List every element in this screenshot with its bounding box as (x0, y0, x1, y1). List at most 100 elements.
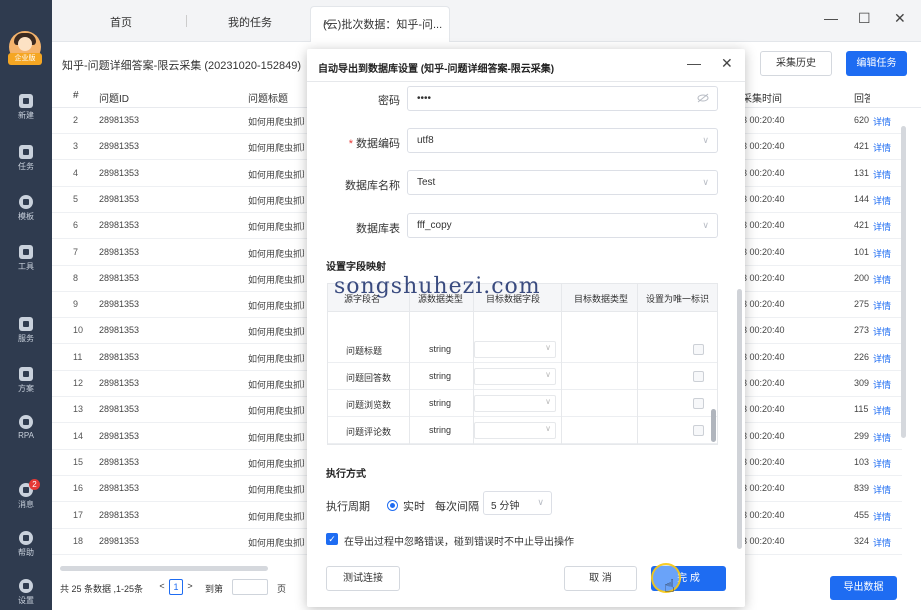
row-detail-link[interactable]: 详情 (873, 273, 891, 286)
cancel-button[interactable]: 取 消 (564, 566, 637, 591)
sidebar-item-settings[interactable]: 设置 (0, 579, 52, 606)
tab-my-tasks[interactable]: 我的任务 (228, 14, 272, 30)
mapping-target-select[interactable]: ∨ (474, 395, 556, 412)
col-question-title[interactable]: 问题标题 (248, 90, 288, 105)
chevron-down-icon: ∨ (545, 343, 551, 352)
pager-current-page[interactable]: 1 (169, 579, 183, 595)
sidebar-item-templates[interactable]: 模板 (0, 195, 52, 222)
row-question-title: 如何用爬虫抓取 (248, 143, 304, 154)
sidebar-item-label: 帮助 (18, 548, 34, 557)
unique-checkbox[interactable] (693, 371, 704, 382)
dbname-value: Test (417, 177, 436, 188)
row-detail-link[interactable]: 详情 (873, 325, 891, 338)
sidebar-item-tools[interactable]: 工具 (0, 245, 52, 272)
sidebar-item-tasks[interactable]: 任务 (0, 145, 52, 172)
row-detail-link[interactable]: 详情 (873, 404, 891, 417)
sidebar-item-service[interactable]: 服务 (0, 317, 52, 344)
row-question-title: 如何用爬虫抓取 (248, 222, 304, 233)
realtime-radio[interactable] (387, 500, 398, 511)
row-detail-link[interactable]: 详情 (873, 378, 891, 391)
window-maximize-button[interactable]: ☐ (858, 10, 871, 27)
mapping-target-select[interactable]: ∨ (474, 341, 556, 358)
col-collect-time[interactable]: 采集时间 (742, 90, 782, 105)
db-table-select[interactable]: fff_copy ∨ (407, 213, 718, 238)
row-detail-link[interactable]: 详情 (873, 457, 891, 470)
goto-page-input[interactable] (232, 579, 268, 595)
dialog-close-button[interactable]: ✕ (721, 55, 733, 72)
sidebar-item-help[interactable]: 帮助 (0, 531, 52, 558)
row-collect-time: 3 00:20:40 (742, 272, 785, 283)
mapping-source-field: 问题标题 (346, 346, 383, 356)
row-detail-link[interactable]: 详情 (873, 536, 891, 549)
row-question-title: 如何用爬虫抓取 (248, 432, 304, 443)
history-button[interactable]: 采集历史 (760, 51, 832, 76)
row-detail-link[interactable]: 详情 (873, 510, 891, 523)
window-minimize-button[interactable]: — (824, 10, 838, 26)
template-icon (19, 195, 33, 209)
mapping-scrollbar[interactable] (711, 409, 716, 442)
sidebar-item-messages[interactable]: 消息 (0, 483, 52, 510)
unique-checkbox[interactable] (693, 425, 704, 436)
edit-task-button[interactable]: 编辑任务 (846, 51, 907, 76)
mapping-target-select[interactable]: ∨ (474, 368, 556, 385)
row-question-id: 28981353 (99, 430, 140, 441)
row-question-id: 28981353 (99, 404, 140, 415)
watermark-text: songshuhezi.com (334, 274, 541, 299)
dbname-select[interactable]: Test ∨ (407, 170, 718, 195)
row-collect-time: 3 00:20:40 (742, 193, 785, 204)
row-collect-time: 3 00:20:40 (742, 220, 785, 231)
row-detail-link[interactable]: 详情 (873, 194, 891, 207)
row-detail-link[interactable]: 详情 (873, 220, 891, 233)
unique-checkbox[interactable] (693, 344, 704, 355)
chevron-down-icon: ∨ (545, 370, 551, 379)
row-question-title: 如何用爬虫抓取 (248, 301, 304, 312)
mapping-target-select[interactable]: ∨ (474, 422, 556, 439)
row-collect-time: 3 00:20:40 (742, 299, 785, 310)
window-close-button[interactable]: ✕ (894, 10, 906, 27)
tab-home[interactable]: 首页 (110, 14, 132, 30)
row-detail-link[interactable]: 详情 (873, 115, 891, 128)
chevron-down-icon: ∨ (702, 135, 709, 145)
flag-icon (19, 145, 33, 159)
sidebar-item-rpa[interactable]: RPA (0, 415, 52, 440)
chevron-down-icon: ∨ (545, 424, 551, 433)
export-data-button[interactable]: 导出数据 (830, 576, 897, 600)
pager-prev-icon[interactable]: < (156, 579, 168, 595)
row-question-title: 如何用爬虫抓取 (248, 537, 304, 548)
row-detail-link[interactable]: 详情 (873, 247, 891, 260)
robot-icon (19, 415, 33, 429)
test-connection-button[interactable]: 测试连接 (326, 566, 400, 591)
encoding-select[interactable]: utf8 ∨ (407, 128, 718, 153)
row-answer-count: 273 (854, 325, 870, 336)
password-field[interactable]: •••• (407, 86, 718, 111)
unique-checkbox[interactable] (693, 398, 704, 409)
col-question-id[interactable]: 问题ID (99, 90, 129, 105)
sidebar-item-solutions[interactable]: 方案 (0, 367, 52, 394)
row-detail-link[interactable]: 详情 (873, 141, 891, 154)
row-detail-link[interactable]: 详情 (873, 168, 891, 181)
row-detail-link[interactable]: 详情 (873, 483, 891, 496)
row-answer-count: 309 (854, 378, 870, 388)
pagination-summary: 共 25 条数据 ,1-25条 (60, 584, 144, 594)
row-detail-link[interactable]: 详情 (873, 299, 891, 312)
tab-batch-data[interactable]: (云)批次数据：知乎-问... × (310, 6, 450, 42)
sidebar-item-new[interactable]: 新建 (0, 94, 52, 121)
row-answer-count: 115 (854, 404, 869, 415)
col-answers[interactable]: 回答 (854, 90, 870, 105)
row-detail-link[interactable]: 详情 (873, 352, 891, 365)
interval-select[interactable]: 5 分钟 ∨ (483, 491, 552, 515)
pager-next-icon[interactable]: > (184, 579, 196, 595)
dialog-minimize-button[interactable]: — (687, 55, 701, 71)
gear-icon (19, 579, 33, 593)
ignore-errors-checkbox[interactable]: ✓ (326, 533, 338, 545)
eye-off-icon[interactable] (697, 93, 709, 105)
row-number: 18 (73, 535, 84, 546)
table-scrollbar[interactable] (901, 126, 906, 438)
row-detail-link[interactable]: 详情 (873, 431, 891, 444)
horizontal-scrollbar[interactable] (60, 566, 268, 571)
task-title: 知乎-问题详细答案-限云采集 (20231020-152849) (62, 60, 302, 72)
row-collect-time: 3 00:20:40 (742, 167, 785, 178)
dialog-scrollbar[interactable] (737, 289, 742, 549)
dbname-label: 数据库名称 (345, 180, 400, 192)
tab-close-icon[interactable]: × (323, 16, 330, 30)
